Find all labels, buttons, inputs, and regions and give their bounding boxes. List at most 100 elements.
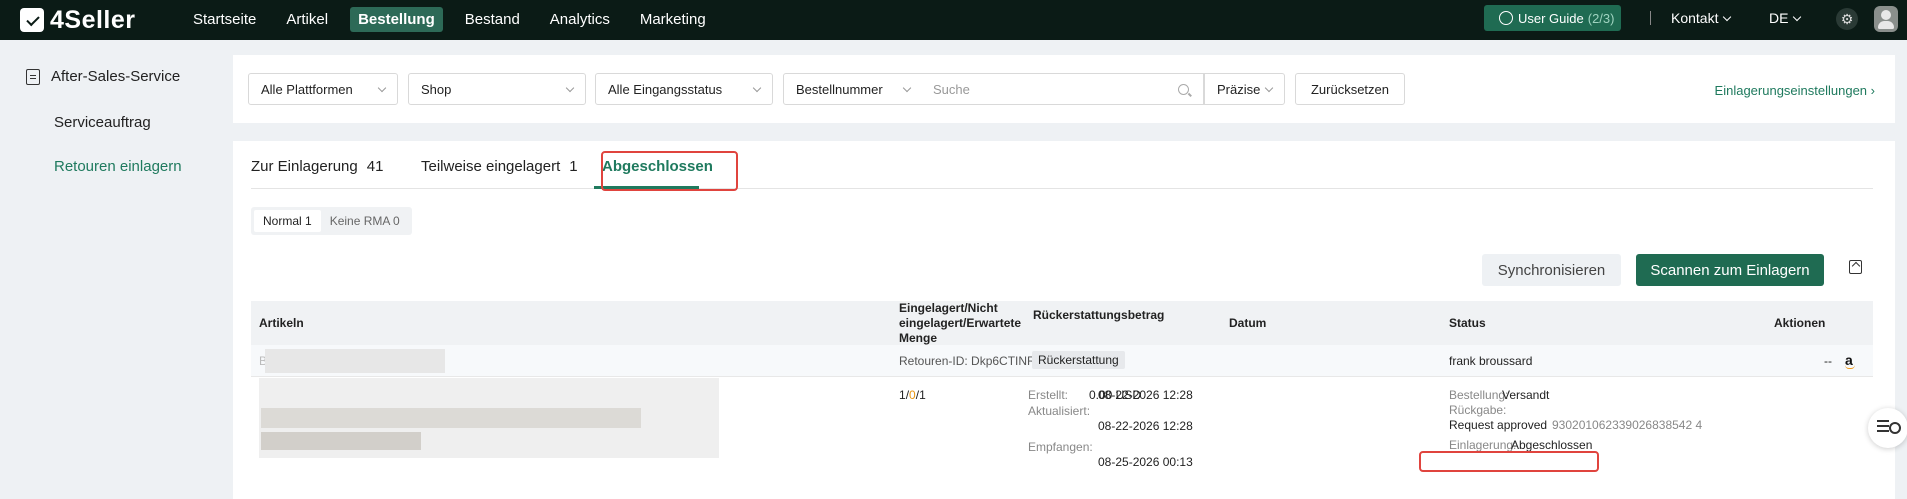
- search-list-icon[interactable]: [1868, 408, 1907, 448]
- chevron-down-icon: [902, 83, 912, 93]
- nav-bestellung[interactable]: Bestellung: [350, 6, 443, 32]
- filter-bar: Alle Plattformen Shop Alle Eingangsstatu…: [233, 55, 1895, 123]
- contact-label: Kontakt: [1671, 10, 1719, 26]
- redacted-product-title: [261, 408, 641, 428]
- search-field-value: Bestellnummer: [796, 81, 883, 97]
- top-navigation-bar: 4Seller Startseite Artikel Bestellung Be…: [0, 0, 1907, 40]
- nav-bestand[interactable]: Bestand: [457, 7, 528, 32]
- quantity-value: 1/0/1: [899, 388, 926, 402]
- contact-menu[interactable]: Kontakt: [1671, 10, 1732, 26]
- return-status-label: Rückgabe:: [1449, 403, 1507, 417]
- brand-logo[interactable]: 4Seller: [20, 6, 136, 34]
- storage-status-label: Einlagerung:: [1449, 438, 1517, 452]
- tab-label: Zur Einlagerung: [251, 158, 358, 175]
- search-placeholder: Suche: [933, 81, 970, 97]
- platform-select[interactable]: Alle Plattformen: [248, 73, 398, 105]
- search-input[interactable]: Suche: [922, 73, 1204, 105]
- shop-select-value: Shop: [421, 81, 452, 97]
- chevron-down-icon: [1723, 12, 1732, 22]
- sidebar-item-serviceauftrag[interactable]: Serviceauftrag: [54, 114, 151, 131]
- column-aktionen: Aktionen: [1774, 316, 1826, 330]
- updated-date: 08-22-2026 12:28: [1098, 419, 1193, 433]
- created-label: Erstellt:: [1028, 388, 1069, 402]
- tab-zur-einlagerung[interactable]: Zur Einlagerung 41: [251, 158, 383, 175]
- export-icon[interactable]: [1849, 260, 1862, 274]
- document-icon: [26, 68, 40, 85]
- tab-count: 1: [569, 158, 578, 175]
- column-datum: Datum: [1229, 316, 1267, 330]
- redacted-product-sku: [261, 432, 421, 450]
- avatar[interactable]: [1874, 6, 1898, 32]
- gear-icon[interactable]: ⚙: [1836, 8, 1858, 30]
- language-menu[interactable]: DE: [1769, 10, 1802, 26]
- match-mode-value: Präzise: [1217, 81, 1261, 97]
- nav-marketing[interactable]: Marketing: [632, 7, 714, 32]
- sync-button[interactable]: Synchronisieren: [1482, 254, 1621, 286]
- segment-normal[interactable]: Normal 1: [254, 210, 321, 232]
- return-status-value: Request approved: [1449, 418, 1548, 432]
- main-nav: Startseite Artikel Bestellung Bestand An…: [185, 5, 728, 33]
- received-label: Empfangen:: [1028, 440, 1093, 454]
- segment-keine-rma[interactable]: Keine RMA 0: [321, 210, 409, 232]
- tab-teilweise-eingelagert[interactable]: Teilweise eingelagert 1: [421, 158, 578, 175]
- nav-startseite[interactable]: Startseite: [185, 7, 264, 32]
- chevron-down-icon: [565, 83, 575, 93]
- chevron-down-icon: [377, 83, 387, 93]
- brand-name: 4Seller: [50, 5, 136, 34]
- type-segment: Normal 1 Keine RMA 0: [251, 207, 412, 235]
- sidebar-section-after-sales[interactable]: After-Sales-Service: [26, 68, 180, 85]
- sidebar: After-Sales-Service Serviceauftrag Retou…: [0, 40, 220, 499]
- amazon-icon: a: [1845, 352, 1855, 369]
- nav-artikel[interactable]: Artikel: [278, 7, 336, 32]
- compass-icon: [1499, 11, 1513, 25]
- user-guide-progress: (2/3): [1587, 10, 1615, 26]
- table-group-row: B Retouren-ID: Dkp6CTINRR... Rückerstatt…: [251, 345, 1873, 377]
- reset-button[interactable]: Zurücksetzen: [1295, 73, 1405, 105]
- qty-expected: 1: [919, 388, 926, 402]
- sidebar-section-label: After-Sales-Service: [51, 68, 181, 85]
- search-field-select[interactable]: Bestellnummer: [783, 73, 923, 105]
- platform-select-value: Alle Plattformen: [261, 81, 353, 97]
- scan-to-store-button[interactable]: Scannen zum Einlagern: [1636, 254, 1824, 286]
- actions-placeholder: --: [1824, 354, 1832, 368]
- search-icon[interactable]: [1178, 84, 1189, 95]
- chevron-down-icon: [1793, 12, 1802, 22]
- column-menge: Eingelagert/Nicht eingelagert/Erwartete …: [899, 301, 1022, 345]
- tab-label: Teilweise eingelagert: [421, 158, 561, 175]
- created-date: 08-22-2026 12:28: [1098, 388, 1193, 402]
- user-guide-label: User Guide: [1518, 10, 1584, 26]
- receipt-status-select[interactable]: Alle Eingangsstatus: [595, 73, 773, 105]
- logo-icon: [20, 8, 44, 32]
- chevron-down-icon: [1264, 83, 1274, 93]
- refund-tag: Rückerstattung: [1032, 351, 1125, 369]
- order-status-label: Bestellung:: [1449, 388, 1509, 402]
- column-status: Status: [1449, 316, 1486, 330]
- returns-panel: Zur Einlagerung 41 Teilweise eingelagert 1…: [233, 141, 1895, 499]
- chevron-down-icon: [752, 83, 762, 93]
- table-header: Artikeln Eingelagert/Nicht eingelagert/E…: [251, 301, 1873, 345]
- order-status-value: Versandt: [1502, 388, 1550, 402]
- storage-settings-link[interactable]: Einlagerungseinstellungen ›: [1715, 83, 1875, 98]
- storage-status-value: Abgeschlossen: [1511, 438, 1593, 452]
- tracking-number[interactable]: 930201062339026838542 4: [1552, 418, 1702, 432]
- table-row: 1/0/1 0.00 USD Erstellt: 08-22-2026 12:2…: [251, 378, 1873, 499]
- redacted-order-info: [265, 349, 445, 373]
- status-tabs: Zur Einlagerung 41 Teilweise eingelagert 1…: [251, 141, 1873, 189]
- tab-count: 41: [366, 158, 384, 175]
- customer-name: frank broussard: [1449, 354, 1533, 368]
- qty-stored: 1: [899, 388, 906, 402]
- highlight-box: [601, 151, 738, 191]
- match-mode-select[interactable]: Präzise: [1204, 73, 1285, 105]
- column-refund: Rückerstattungsbetrag: [1033, 308, 1165, 322]
- storage-settings-label: Einlagerungseinstellungen: [1714, 83, 1868, 98]
- received-date: 08-25-2026 00:13: [1098, 455, 1193, 469]
- updated-label: Aktualisiert:: [1028, 404, 1091, 418]
- nav-analytics[interactable]: Analytics: [542, 7, 618, 32]
- shop-select[interactable]: Shop: [408, 73, 586, 105]
- divider: [1650, 11, 1651, 25]
- language-label: DE: [1769, 10, 1789, 26]
- receipt-status-value: Alle Eingangsstatus: [608, 81, 723, 97]
- sidebar-item-retouren-einlagern[interactable]: Retouren einlagern: [54, 158, 182, 175]
- user-guide-button[interactable]: User Guide (2/3): [1484, 5, 1621, 31]
- qty-pending: 0: [909, 388, 916, 402]
